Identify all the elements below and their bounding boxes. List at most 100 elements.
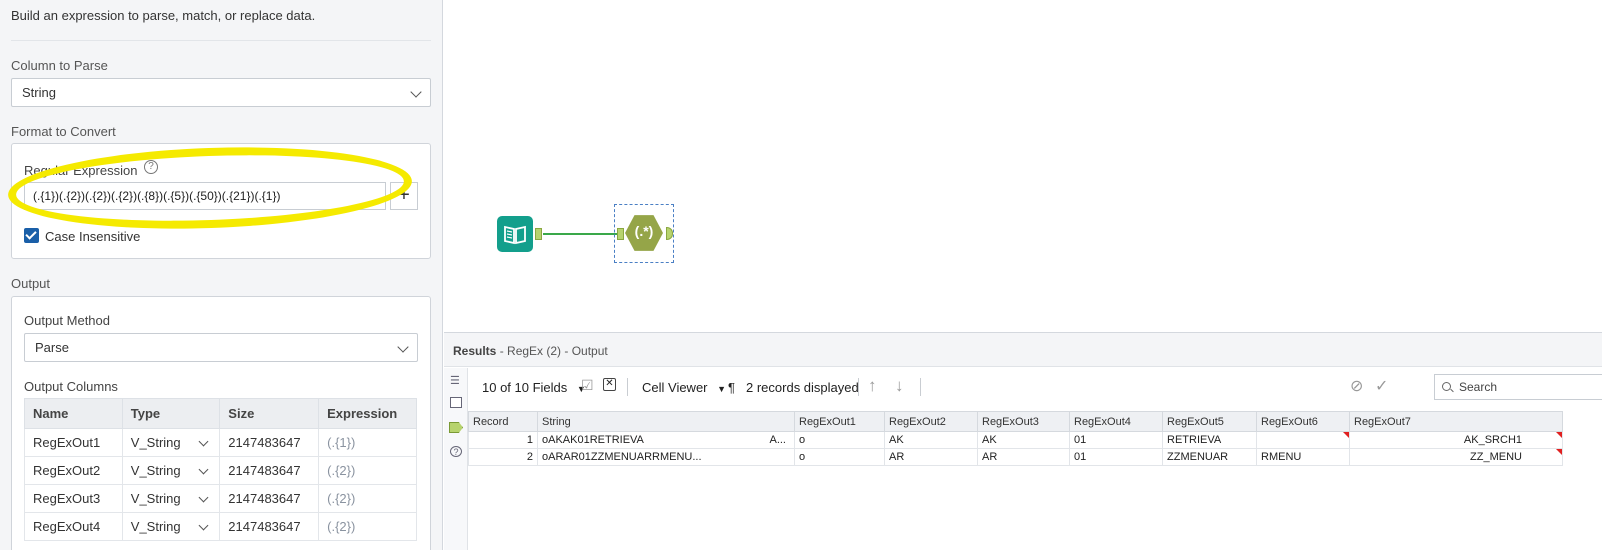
fields-dropdown[interactable]: 10 of 10 Fields ▼ [482,380,586,395]
regexout7-cell[interactable]: ZZ_MENU [1349,448,1563,466]
output-anchor-icon[interactable] [449,422,463,433]
grid-header-record[interactable]: Record [468,411,538,432]
book-icon [504,225,526,245]
search-placeholder: Search [1459,380,1498,394]
fields-label: 10 of 10 Fields [482,380,568,395]
regexout3-cell[interactable]: AK [977,431,1070,449]
grid-header-regexout1[interactable]: RegExOut1 [794,411,885,432]
string-overflow: A... [769,434,786,446]
string-cell[interactable]: oAKAK01RETRIEVA A... [537,431,795,449]
results-toolbar: 10 of 10 Fields ▼ ☑ ✕ Cell Viewer ▼ ¶ 2 … [468,368,1602,408]
regexout1-cell[interactable]: o [794,448,885,466]
grid-header-regexout3[interactable]: RegExOut3 [977,411,1070,432]
grid-header-regexout7[interactable]: RegExOut7 [1349,411,1563,432]
column-type-select[interactable]: V_String [121,456,221,485]
search-input[interactable]: Search [1434,374,1602,400]
arrow-up-icon[interactable]: ↑ [868,376,877,396]
output-columns-table: Name Type Size Expression RegExOut1 V_St… [24,398,417,541]
column-name-cell[interactable]: RegExOut2 [24,456,123,485]
deselect-icon[interactable]: ✕ [603,378,616,391]
table-row[interactable]: RegExOut3 V_String 2147483647 (.{2}) [24,484,417,513]
grid-header-regexout5[interactable]: RegExOut5 [1162,411,1257,432]
output-columns-label: Output Columns [24,379,118,394]
table-row[interactable]: RegExOut4 V_String 2147483647 (.{2}) [24,512,417,541]
truncation-marker [1556,432,1562,438]
table-row[interactable]: 2 oARAR01ZZMENUARRMENU... o AR AR 01 ZZM… [468,448,1563,466]
regexout3-cell[interactable]: AR [977,448,1070,466]
cell-viewer-dropdown[interactable]: Cell Viewer ▼ [642,380,726,395]
regexout1-cell[interactable]: o [794,431,885,449]
column-size-cell[interactable]: 2147483647 [219,456,320,485]
divider [920,378,921,396]
table-header-row: Name Type Size Expression [24,398,417,429]
column-to-parse-value: String [22,85,56,100]
column-size-cell[interactable]: 2147483647 [219,484,320,513]
output-label: Output [11,276,51,291]
column-name-cell[interactable]: RegExOut3 [24,484,123,513]
column-size-cell[interactable]: 2147483647 [219,428,320,457]
grid-header-string[interactable]: String [537,411,795,432]
column-type-select[interactable]: V_String [121,512,221,541]
col-header-type: Type [121,398,221,429]
chevron-down-icon [410,86,422,98]
results-side-toolbar: ☰ ? [444,368,468,550]
column-size-cell[interactable]: 2147483647 [219,512,320,541]
output-method-value: Parse [35,340,69,355]
grid-header-row: Record String RegExOut1 RegExOut2 RegExO… [468,411,1563,432]
table-row[interactable]: RegExOut1 V_String 2147483647 (.{1}) [24,428,417,457]
chevron-down-icon [198,436,209,447]
col-header-expression: Expression [318,398,417,429]
help-icon[interactable]: ? [450,446,462,457]
column-expression-cell: (.{2}) [318,512,417,541]
grid-header-regexout6[interactable]: RegExOut6 [1256,411,1350,432]
divider [858,378,859,396]
record-cell[interactable]: 2 [468,448,538,466]
regexout5-cell[interactable]: RETRIEVA [1162,431,1257,449]
input-data-tool-node[interactable] [497,216,533,252]
regexout2-cell[interactable]: AR [884,448,978,466]
tool-description: Build an expression to parse, match, or … [11,8,316,23]
table-row[interactable]: 1 oAKAK01RETRIEVA A... o AK AK 01 RETRIEV… [468,431,1563,449]
regexout6-cell[interactable]: RMENU [1256,448,1350,466]
pilcrow-icon[interactable]: ¶ [728,380,735,395]
grid-header-regexout2[interactable]: RegExOut2 [884,411,978,432]
record-cell[interactable]: 1 [468,431,538,449]
table-row[interactable]: RegExOut2 V_String 2147483647 (.{2}) [24,456,417,485]
workflow-canvas[interactable] [444,0,1602,332]
column-type-select[interactable]: V_String [121,428,221,457]
metadata-icon[interactable] [450,397,462,408]
regexout7-cell[interactable]: AK_SRCH1 [1349,431,1563,449]
regexout4-cell[interactable]: 01 [1069,431,1163,449]
check-icon[interactable]: ✓ [1375,376,1388,396]
regexout4-cell[interactable]: 01 [1069,448,1163,466]
regexout5-cell[interactable]: ZZMENUAR [1162,448,1257,466]
column-name-cell[interactable]: RegExOut4 [24,512,123,541]
cancel-icon[interactable]: ⊘ [1350,376,1363,396]
regexout7-value: ZZ_MENU [1470,451,1522,463]
column-type-select[interactable]: V_String [121,484,221,513]
input-anchor[interactable] [617,228,624,240]
string-value: oAKAK01RETRIEVA [542,434,644,446]
string-cell[interactable]: oARAR01ZZMENUARRMENU... [537,448,795,466]
case-insensitive-checkbox[interactable] [24,228,39,243]
regex-icon: (.*) [634,223,654,239]
string-value: oARAR01ZZMENUARRMENU... [542,451,702,463]
column-name-cell[interactable]: RegExOut1 [24,428,123,457]
results-panel: Results - RegEx (2) - Output ☰ ? 10 of 1… [444,332,1602,550]
regexout2-cell[interactable]: AK [884,431,978,449]
column-expression-cell: (.{1}) [318,428,417,457]
arrow-down-icon[interactable]: ↓ [895,376,904,396]
column-expression-cell: (.{2}) [318,484,417,513]
output-method-label: Output Method [24,313,110,328]
grid-header-regexout4[interactable]: RegExOut4 [1069,411,1163,432]
checkbox-select-icon[interactable]: ☑ [581,377,594,394]
output-anchor[interactable] [535,228,542,240]
column-to-parse-select[interactable]: String [11,78,431,107]
output-method-select[interactable]: Parse [24,333,418,362]
regexout6-cell[interactable] [1256,431,1350,449]
app-root: Build an expression to parse, match, or … [0,0,1602,550]
results-source: - RegEx (2) - Output [499,344,608,358]
chevron-down-icon [397,341,409,353]
chevron-down-icon [198,464,209,475]
list-icon[interactable]: ☰ [450,376,462,387]
